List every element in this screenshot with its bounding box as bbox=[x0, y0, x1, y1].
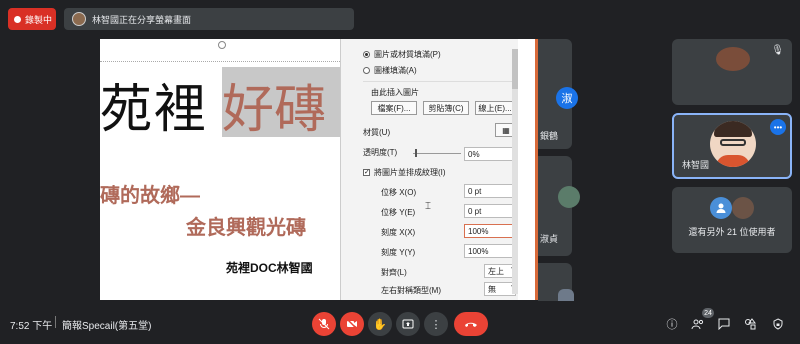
presenter-avatar bbox=[72, 12, 86, 26]
record-dot-icon bbox=[14, 15, 21, 23]
people-icon bbox=[691, 319, 704, 330]
speaking-indicator-icon: ••• bbox=[770, 119, 786, 135]
option-pattern-fill: 圖樣填滿(A) bbox=[363, 65, 417, 76]
tile-checkbox-row: ✓ 將圖片並排成紋理(I) bbox=[363, 168, 446, 177]
hand-icon: ✋ bbox=[373, 318, 387, 331]
mic-toggle-button[interactable] bbox=[312, 312, 336, 336]
option-label: 圖片或材質填滿(P) bbox=[374, 50, 441, 59]
offset-y-label: 位移 Y(E) bbox=[381, 208, 416, 217]
camera-toggle-button[interactable] bbox=[340, 312, 364, 336]
transparency-field: 0% bbox=[464, 147, 516, 161]
avatar bbox=[716, 47, 750, 71]
meet-window: 錄製中 林智國正在分享螢幕畫面 苑裡 好磚 磚的故鄉— 金良興觀光磚 苑裡DOC… bbox=[0, 0, 800, 344]
others-count-text: 還有另外 21 位使用者 bbox=[688, 227, 776, 237]
meeting-name: 簡報Specail(第五堂) bbox=[62, 321, 152, 332]
more-vert-icon: ⋮ bbox=[430, 318, 442, 331]
option-picture-fill: 圖片或材質填滿(P) bbox=[363, 49, 441, 60]
recording-badge[interactable]: 錄製中 bbox=[8, 8, 56, 30]
recording-label: 錄製中 bbox=[25, 14, 53, 25]
avatar bbox=[732, 197, 754, 219]
shared-screen: 苑裡 好磚 磚的故鄉— 金良興觀光磚 苑裡DOC林智國 圖片或材質填滿(P) 圖… bbox=[100, 39, 538, 300]
others-tile[interactable]: 還有另外 21 位使用者 bbox=[672, 187, 792, 253]
scale-y-label: 刻度 Y(Y) bbox=[381, 248, 416, 257]
slider-knob bbox=[415, 149, 417, 157]
slide-author: 苑裡DOC林智國 bbox=[226, 261, 313, 275]
participant-name: 銀鶴 bbox=[540, 131, 559, 141]
insert-clipboard-button: 剪貼簿(C) bbox=[423, 101, 469, 115]
insert-online-button: 線上(E)... bbox=[475, 101, 515, 115]
participant-name: 淑貞 bbox=[540, 234, 559, 244]
avatar: 淑 bbox=[556, 87, 578, 109]
insert-from-label: 由此插入圖片 bbox=[371, 88, 419, 97]
more-options-button[interactable]: ⋮ bbox=[424, 312, 448, 336]
offset-x-label: 位移 X(O) bbox=[381, 188, 417, 197]
shield-lock-icon bbox=[773, 318, 783, 330]
selection-border bbox=[100, 61, 340, 62]
offset-x-field: 0 pt bbox=[464, 184, 516, 198]
checkbox-checked-icon: ✓ bbox=[363, 169, 370, 176]
participant-tile-peek-1[interactable]: 淑 銀鶴 bbox=[538, 39, 578, 149]
divider bbox=[55, 316, 56, 328]
texture-label: 材質(U) bbox=[363, 128, 391, 137]
camera-off-icon bbox=[346, 318, 358, 330]
hang-up-icon bbox=[465, 322, 477, 327]
slide-subtitle-2: 金良興觀光磚 bbox=[186, 217, 306, 239]
option-label: 圖樣填滿(A) bbox=[374, 66, 417, 75]
presenting-text: 林智國正在分享螢幕畫面 bbox=[92, 14, 192, 25]
clock: 7:52 下午 bbox=[10, 321, 53, 332]
avatar bbox=[558, 289, 574, 301]
shapes-icon bbox=[745, 318, 756, 330]
slide-canvas: 苑裡 好磚 磚的故鄉— 金良興觀光磚 苑裡DOC林智國 bbox=[100, 39, 340, 300]
participant-tile-peek-2[interactable]: 淑貞 bbox=[538, 156, 580, 256]
divider bbox=[363, 81, 513, 82]
host-controls-button[interactable] bbox=[770, 316, 786, 332]
activities-button[interactable] bbox=[742, 316, 758, 332]
participant-count-badge: 24 bbox=[702, 308, 714, 318]
raise-hand-button[interactable]: ✋ bbox=[368, 312, 392, 336]
present-icon bbox=[402, 319, 414, 329]
insert-file-button: 檔案(F)... bbox=[371, 101, 417, 115]
avatar bbox=[558, 186, 580, 208]
format-background-panel: 圖片或材質填滿(P) 圖樣填滿(A) 由此插入圖片 檔案(F)... 剪貼簿(C… bbox=[340, 39, 538, 300]
mirror-type-label: 左右對稱類型(M) bbox=[381, 286, 441, 295]
slide-title-part1: 苑裡 bbox=[100, 80, 209, 140]
participant-name: 林智國 bbox=[682, 160, 710, 170]
scale-x-label: 刻度 X(X) bbox=[381, 228, 416, 237]
present-button[interactable] bbox=[396, 312, 420, 336]
person-icon bbox=[710, 197, 732, 219]
participant-tile-1[interactable]: 🎙︎ bbox=[672, 39, 792, 105]
chat-icon bbox=[718, 318, 730, 330]
presenting-banner: 林智國正在分享螢幕畫面 bbox=[64, 8, 354, 30]
radio-icon bbox=[363, 67, 370, 74]
slide-subtitle-1: 磚的故鄉— bbox=[100, 185, 200, 207]
mic-off-icon: 🎙︎ bbox=[771, 45, 784, 56]
radio-selected-icon bbox=[363, 51, 370, 58]
meeting-details-button[interactable]: ⓘ bbox=[664, 316, 680, 332]
transparency-slider bbox=[413, 153, 461, 154]
chat-button[interactable] bbox=[716, 316, 732, 332]
info-icon: ⓘ bbox=[666, 319, 678, 331]
participant-tile-2[interactable]: ••• 林智國 bbox=[672, 113, 792, 179]
people-button[interactable] bbox=[690, 316, 706, 332]
end-call-button[interactable] bbox=[454, 312, 488, 336]
offset-y-field: 0 pt bbox=[464, 204, 516, 218]
alignment-label: 對齊(L) bbox=[381, 268, 407, 277]
mic-off-icon bbox=[318, 318, 330, 330]
rotate-handle-icon bbox=[218, 41, 226, 49]
slide-title-part2: 好磚 bbox=[222, 67, 340, 137]
avatar bbox=[710, 121, 756, 167]
mouse-cursor-icon: ⌶ bbox=[425, 201, 431, 212]
scale-x-field: 100% bbox=[464, 224, 516, 238]
scale-y-field: 100% bbox=[464, 244, 516, 258]
transparency-label: 透明度(T) bbox=[363, 148, 398, 157]
participant-tile-peek-3[interactable] bbox=[538, 263, 574, 301]
